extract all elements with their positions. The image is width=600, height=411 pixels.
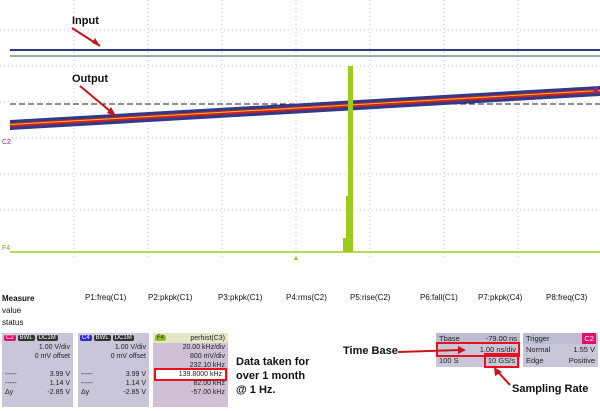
- param-p7[interactable]: P7:pkpk(C4): [478, 293, 522, 302]
- annotation-output: Output: [72, 73, 109, 85]
- measure-value-label: value: [2, 306, 22, 315]
- math-header: F4 perhist(C3): [153, 333, 228, 343]
- annotation-data-taken-3: @ 1 Hz.: [236, 384, 276, 396]
- timebase-per-div: 1.00 ns/div: [436, 342, 520, 357]
- measure-params: P1:freq(C1) P2:pkpk(C1) P3:pkpk(C1) P4:r…: [0, 293, 600, 305]
- trigger-marker-bottom: [293, 256, 299, 260]
- f4-marker: F4: [2, 245, 10, 252]
- annotation-data-taken-1: Data taken for: [236, 356, 310, 368]
- c2-marker: C2: [2, 139, 11, 146]
- highlighted-mean-value: 139.8000 kHz: [154, 368, 227, 381]
- sampling-rate-value: 10 GS/s: [483, 353, 520, 368]
- param-p5[interactable]: P5:rise(C2): [350, 293, 390, 302]
- scope-display: C2 F4: [0, 0, 600, 260]
- math-panel-f4[interactable]: F4 perhist(C3) 20.00 kHz/div 800 mV/div …: [153, 333, 228, 407]
- param-p4[interactable]: P4:rms(C2): [286, 293, 327, 302]
- input-arrowhead: [92, 38, 100, 46]
- channel-header: C4 BWL DC1M: [80, 335, 134, 341]
- output-band-yellow: [10, 90, 600, 125]
- annotation-input: Input: [72, 15, 99, 27]
- timebase-panel[interactable]: Tbase -79.00 ns 1.00 ns/div 100 S 10 GS/s: [436, 333, 520, 368]
- trigger-panel[interactable]: Trigger C2 Normal 1.55 V Edge Positive: [523, 333, 598, 367]
- annotation-data-taken-2: over 1 month: [236, 370, 306, 382]
- channel-header: C2 BWL DC1M: [4, 335, 58, 341]
- param-p6[interactable]: P6:fall(C1): [420, 293, 458, 302]
- channel-panel-c4[interactable]: C4 BWL DC1M 1.00 V/div 0 mV offset -----…: [78, 333, 149, 407]
- param-p3[interactable]: P3:pkpk(C1): [218, 293, 262, 302]
- param-p2[interactable]: P2:pkpk(C1): [148, 293, 192, 302]
- param-p8[interactable]: P8:freq(C3): [546, 293, 587, 302]
- channel-panel-c2[interactable]: C2 BWL DC1M 1.00 V/div 0 mV offset -----…: [2, 333, 73, 407]
- param-p1[interactable]: P1:freq(C1): [85, 293, 126, 302]
- annotation-sampling-rate: Sampling Rate: [512, 383, 589, 395]
- measure-status-label: status: [2, 318, 24, 327]
- hist-bar-low: [343, 238, 347, 252]
- annotation-time-base: Time Base: [343, 345, 398, 357]
